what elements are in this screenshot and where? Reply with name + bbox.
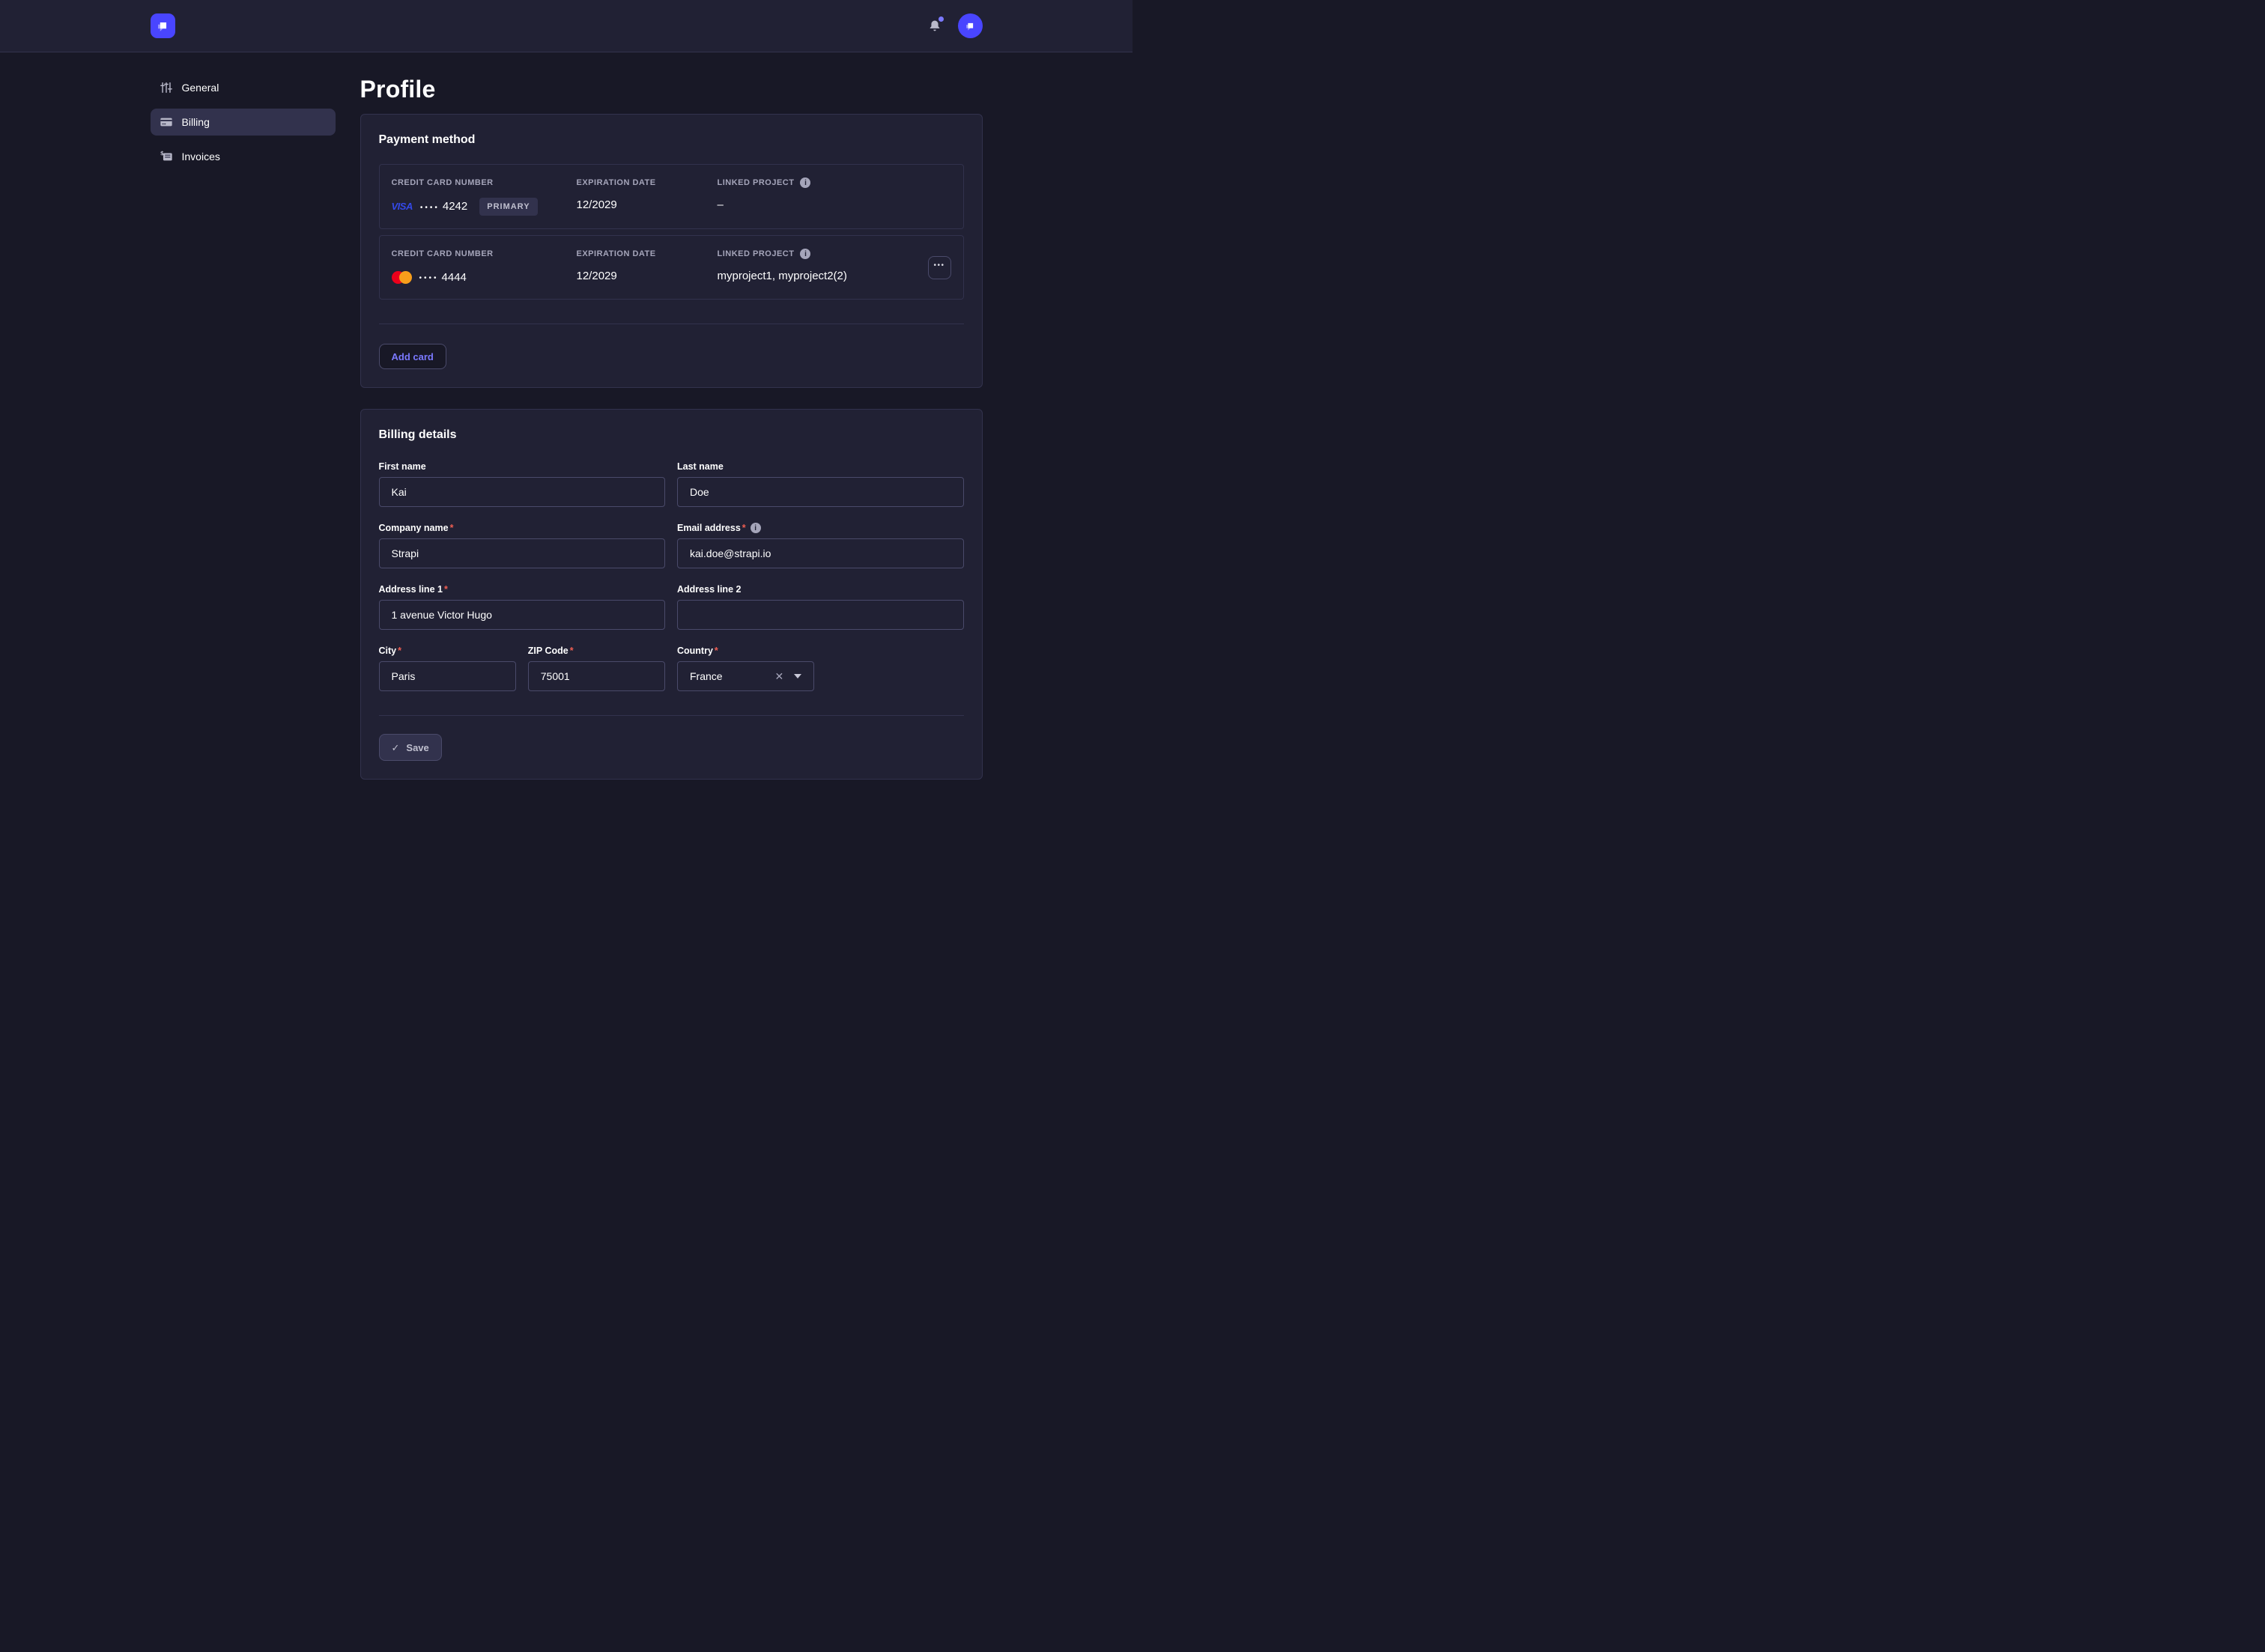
sidebar-item-label: General [182,82,219,94]
email-input[interactable] [677,538,964,568]
settings-sidebar: General Billing $ [151,74,336,170]
credit-card-row-visa: Credit card number VISA •••• 4242 PRIMAR… [379,164,964,229]
company-name-label: Company name [379,522,449,534]
payment-method-panel: Payment method Credit card number VISA •… [360,114,983,388]
billing-details-panel: Billing details First name Last name Com… [360,409,983,780]
required-asterisk: * [570,646,574,656]
linked-project-header: Linked project i [718,249,918,259]
linked-project-cell: Linked project i – [718,177,918,213]
sidebar-item-label: Invoices [182,151,220,163]
visa-logo: VISA [392,199,413,214]
company-name-input[interactable] [379,538,666,568]
card-last4: 4444 [442,270,467,285]
avatar-strapi-mark [963,19,977,33]
address-line1-field: Address line 1 * [379,583,666,630]
card-more-menu-button[interactable]: ••• [928,256,951,279]
mastercard-logo [392,271,412,284]
add-card-button[interactable]: Add card [379,344,446,369]
linked-project-value: – [718,198,918,213]
payment-method-title: Payment method [379,133,964,148]
email-field: Email address * i [677,522,964,568]
invoice-icon: $ [160,150,173,163]
country-label: Country [677,645,713,657]
linked-project-label: Linked project [718,249,795,259]
city-label: City [379,645,397,657]
last-name-input[interactable] [677,477,964,507]
card-number-cell: Credit card number •••• 4444 [392,249,577,286]
zip-code-field: ZIP Code * [528,645,665,691]
address-line2-field: Address line 2 [677,583,964,630]
last-name-label: Last name [677,461,724,473]
last-name-field: Last name [677,461,964,507]
card-number-cell: Credit card number VISA •••• 4242 PRIMAR… [392,177,577,216]
required-asterisk: * [398,646,401,656]
notification-dot [939,16,944,22]
profile-page: Profile Payment method Credit card numbe… [360,74,983,780]
address-line2-input[interactable] [677,600,964,630]
app-header [0,0,1132,52]
required-asterisk: * [742,523,746,533]
address-line1-label: Address line 1 [379,583,443,595]
expiration-cell: Expiration date 12/2029 [577,177,718,213]
card-number-header: Credit card number [392,177,577,188]
card-number-header: Credit card number [392,249,577,259]
check-icon: ✓ [392,743,400,753]
user-avatar[interactable] [958,13,983,38]
divider [379,715,964,716]
city-input[interactable] [379,661,516,691]
page-title: Profile [360,74,983,104]
save-button[interactable]: ✓ Save [379,734,442,761]
required-asterisk: * [444,584,448,595]
expiration-cell: Expiration date 12/2029 [577,249,718,284]
city-field: City * [379,645,516,691]
expiration-header: Expiration date [577,249,718,259]
masked-digits: •••• [420,198,440,216]
first-name-input[interactable] [379,477,666,507]
primary-badge: PRIMARY [479,198,537,216]
card-last4: 4242 [443,199,467,214]
country-field: Country * France ✕ [677,645,814,691]
zip-code-input[interactable] [528,661,665,691]
country-value: France [690,670,765,682]
zip-code-label: ZIP Code [528,645,568,657]
strapi-logo-mark [154,18,171,34]
info-icon[interactable]: i [800,249,810,259]
country-select[interactable]: France ✕ [677,661,814,691]
save-button-label: Save [406,742,428,753]
info-icon[interactable]: i [800,177,810,188]
sidebar-item-billing[interactable]: Billing [151,109,336,136]
first-name-field: First name [379,461,666,507]
credit-card-row-mastercard: Credit card number •••• 4444 Expiration … [379,235,964,300]
linked-project-cell: Linked project i myproject1, myproject2(… [718,249,918,284]
strapi-logo[interactable] [151,13,175,38]
first-name-label: First name [379,461,426,473]
masked-digits: •••• [419,269,439,286]
sidebar-item-label: Billing [182,116,210,128]
credit-card-icon [160,115,173,129]
linked-project-label: Linked project [718,177,795,188]
email-label: Email address [677,522,741,534]
chevron-down-icon [794,674,801,678]
required-asterisk: * [715,646,718,656]
expiration-value: 12/2029 [577,198,718,213]
billing-details-title: Billing details [379,428,964,443]
expiration-header: Expiration date [577,177,718,188]
address-line1-input[interactable] [379,600,666,630]
expiration-value: 12/2029 [577,269,718,284]
info-icon[interactable]: i [751,523,761,533]
sidebar-item-invoices[interactable]: $ Invoices [151,143,336,170]
company-name-field: Company name * [379,522,666,568]
linked-project-value: myproject1, myproject2(2) [718,269,918,284]
address-line2-label: Address line 2 [677,583,741,595]
sidebar-item-general[interactable]: General [151,74,336,101]
required-asterisk: * [450,523,454,533]
linked-project-header: Linked project i [718,177,918,188]
notifications-button[interactable] [925,16,944,36]
clear-icon[interactable]: ✕ [775,671,784,681]
sliders-icon [160,81,173,94]
